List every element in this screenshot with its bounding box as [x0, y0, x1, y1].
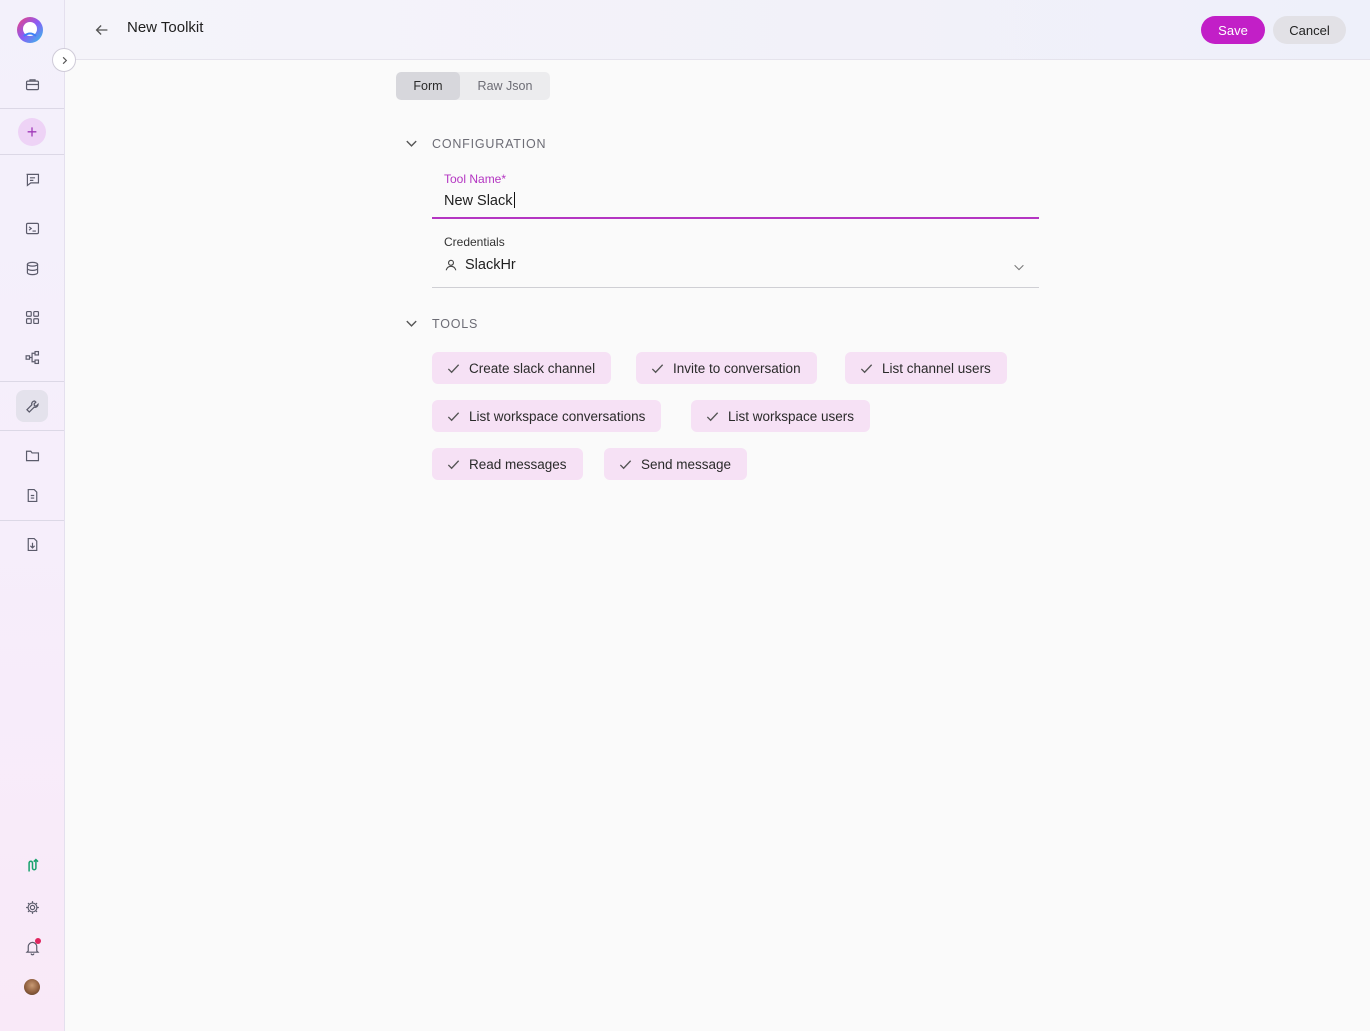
tool-chip[interactable]: Send message	[604, 448, 748, 480]
sidebar-toggle-button[interactable]	[52, 48, 76, 72]
chat-icon[interactable]	[16, 163, 48, 195]
tool-chip[interactable]: List workspace conversations	[432, 400, 662, 432]
tab-form[interactable]: Form	[396, 72, 460, 100]
tool-chip[interactable]: Invite to conversation	[636, 352, 817, 384]
add-icon[interactable]: +	[18, 118, 46, 146]
check-icon	[447, 411, 460, 421]
tool-chip-label: Invite to conversation	[673, 360, 801, 376]
database-icon[interactable]	[16, 252, 48, 284]
chevron-down-icon[interactable]	[1012, 260, 1026, 274]
tool-chip-label: List workspace users	[728, 408, 855, 424]
credentials-underline	[432, 287, 1039, 288]
folder-icon[interactable]	[16, 439, 48, 471]
tool-chip-label: List channel users	[882, 360, 991, 376]
bell-icon[interactable]	[16, 931, 48, 963]
integration-icon[interactable]	[16, 849, 48, 881]
notification-dot	[35, 938, 41, 944]
view-tabs: Form Raw Json	[396, 72, 550, 100]
chevron-down-icon	[406, 140, 417, 147]
tool-chip[interactable]: List channel users	[845, 352, 1007, 384]
terminal-icon[interactable]	[16, 212, 48, 244]
apps-icon[interactable]	[16, 301, 48, 333]
top-bar: New Toolkit Save Cancel	[65, 0, 1370, 60]
tools-section-title: TOOLS	[432, 316, 479, 331]
avatar[interactable]	[24, 979, 40, 995]
sidebar: +	[0, 0, 65, 1031]
tab-raw-json[interactable]: Raw Json	[460, 72, 550, 100]
tool-name-underline	[432, 217, 1039, 219]
check-icon	[619, 459, 632, 469]
tool-chip[interactable]: Create slack channel	[432, 352, 612, 384]
briefcase-icon[interactable]	[16, 68, 48, 100]
import-icon[interactable]	[16, 528, 48, 560]
credentials-label: Credentials	[444, 235, 505, 249]
tool-name-label: Tool Name*	[444, 172, 507, 186]
tool-chip-label: Read messages	[469, 456, 567, 472]
tool-chip[interactable]: List workspace users	[691, 400, 871, 432]
cancel-button[interactable]: Cancel	[1273, 16, 1346, 44]
tools-section-header[interactable]: TOOLS	[404, 316, 478, 331]
tool-name-input[interactable]: New Slack	[444, 192, 515, 209]
credentials-select[interactable]: SlackHr	[444, 257, 516, 273]
configuration-section-header[interactable]: CONFIGURATION	[404, 136, 546, 151]
save-button[interactable]: Save	[1201, 16, 1265, 44]
text-caret	[513, 192, 515, 208]
tool-chip[interactable]: Read messages	[432, 448, 583, 480]
check-icon	[447, 363, 460, 373]
check-icon	[706, 411, 719, 421]
app-logo[interactable]	[16, 16, 44, 44]
check-icon	[651, 363, 664, 373]
credentials-value: SlackHr	[465, 257, 516, 273]
user-icon	[445, 259, 457, 271]
tool-chip-label: List workspace conversations	[469, 408, 646, 424]
check-icon	[447, 459, 460, 469]
check-icon	[860, 363, 873, 373]
tool-name-value: New Slack	[444, 193, 513, 209]
pipeline-icon[interactable]	[16, 341, 48, 373]
wrench-icon[interactable]	[16, 390, 48, 422]
tool-chip-label: Create slack channel	[469, 360, 596, 376]
settings-icon[interactable]	[16, 891, 48, 923]
document-icon[interactable]	[16, 479, 48, 511]
page-title: New Toolkit	[127, 19, 204, 36]
tool-chip-label: Send message	[641, 456, 732, 472]
chevron-down-icon	[406, 320, 417, 327]
back-arrow-icon[interactable]	[92, 20, 112, 40]
configuration-section-title: CONFIGURATION	[432, 136, 547, 151]
